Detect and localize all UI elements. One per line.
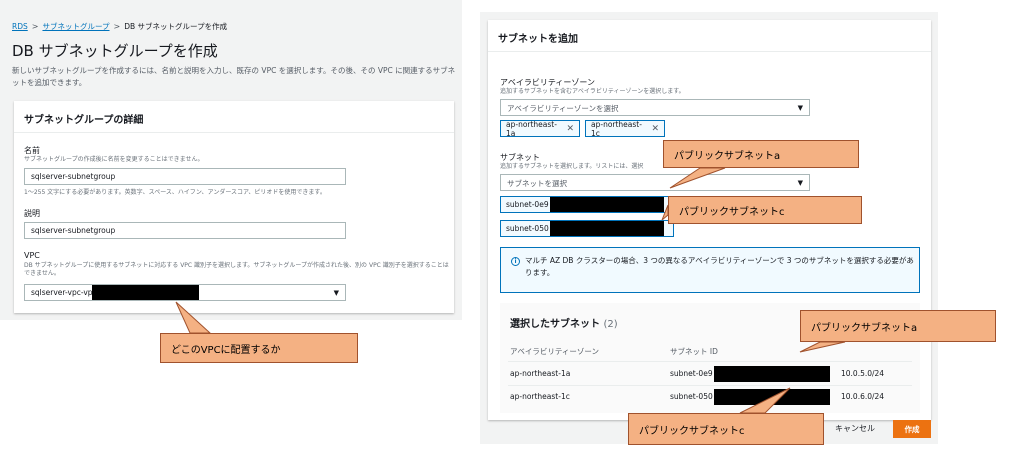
- remove-token-icon[interactable]: ✕: [651, 124, 659, 134]
- row-subnet-id: subnet-0e9: [670, 369, 713, 378]
- col-header-az: アベイラビリティーゾーン: [510, 347, 600, 356]
- subnet-token-label: subnet-0e9: [506, 200, 549, 209]
- details-header: サブネットグループの詳細: [24, 115, 144, 126]
- add-subnets-header: サブネットを追加: [498, 34, 578, 45]
- chevron-down-icon: ▼: [333, 289, 339, 297]
- az-token-label: ap-northeast-1a: [506, 119, 557, 138]
- az-label: アベイラビリティーゾーン: [500, 78, 595, 87]
- page-description: 新しいサブネットグループを作成するには、名前と説明を入力し、既存の VPC を選…: [12, 66, 456, 87]
- redaction-bar: [92, 285, 199, 300]
- redaction-bar: [714, 389, 830, 405]
- row-cidr: 10.0.5.0/24: [841, 369, 885, 378]
- chevron-down-icon: ▼: [797, 179, 803, 187]
- row-divider: [508, 385, 912, 386]
- selected-subnets-title: 選択したサブネット (2): [510, 315, 618, 330]
- az-token-label: ap-northeast-1c: [591, 119, 642, 138]
- breadcrumb-rds-link[interactable]: RDS: [12, 22, 28, 31]
- az-select-placeholder: アベイラビリティーゾーンを選択: [507, 104, 619, 113]
- remove-token-icon[interactable]: ✕: [566, 124, 574, 134]
- name-constraint: 1〜255 文字にする必要があります。英数字、スペース、ハイフン、アンダースコア…: [24, 189, 326, 196]
- selected-count: (2): [603, 319, 618, 330]
- breadcrumb-separator-icon: >: [113, 22, 121, 31]
- az-token: ap-northeast-1a ✕: [500, 119, 580, 138]
- az-select[interactable]: アベイラビリティーゾーンを選択 ▼: [500, 99, 810, 116]
- callout-public-subnet-c-table: パブリックサブネットc: [628, 413, 824, 445]
- callout-public-subnet-c: パブリックサブネットc: [668, 196, 862, 224]
- add-subnets-panel: サブネットを追加 アベイラビリティーゾーン 追加するサブネットを含むアベイラビリ…: [480, 12, 938, 444]
- card-header: サブネットグループの詳細: [14, 101, 454, 133]
- col-header-subnet-id: サブネット ID: [670, 347, 718, 356]
- row-az: ap-northeast-1a: [510, 369, 571, 378]
- description-label: 説明: [24, 209, 40, 218]
- breadcrumb-separator-icon: >: [31, 22, 39, 31]
- selected-title-text: 選択したサブネット: [510, 319, 600, 330]
- row-az: ap-northeast-1c: [510, 392, 570, 401]
- name-hint: サブネットグループの作成後に名前を変更することはできません。: [24, 156, 204, 163]
- card-header: サブネットを追加: [488, 20, 931, 52]
- chevron-down-icon: ▼: [797, 104, 803, 112]
- row-cidr: 10.0.6.0/24: [841, 392, 885, 401]
- az-token: ap-northeast-1c ✕: [585, 119, 665, 138]
- create-button[interactable]: 作成: [893, 420, 931, 438]
- subnet-token-label: subnet-050: [506, 224, 549, 233]
- redaction-bar: [550, 197, 664, 212]
- callout-public-subnet-a: パブリックサブネットa: [663, 140, 859, 168]
- description-input[interactable]: sqlserver-subnetgroup: [24, 222, 346, 239]
- row-divider: [508, 361, 912, 362]
- breadcrumb-subnet-groups-link[interactable]: サブネットグループ: [42, 21, 109, 32]
- subnet-hint: 追加するサブネットを選択します。リストには、選択: [500, 163, 644, 170]
- name-input[interactable]: sqlserver-subnetgroup: [24, 168, 346, 185]
- vpc-label: VPC: [24, 251, 40, 260]
- subnet-label: サブネット: [500, 153, 540, 162]
- az-hint: 追加するサブネットを含むアベイラビリティーゾーンを選択します。: [500, 88, 685, 95]
- callout-vpc: どこのVPCに配置するか: [160, 333, 358, 363]
- redaction-bar: [550, 221, 664, 236]
- redaction-bar: [714, 366, 830, 382]
- subnet-select-placeholder: サブネットを選択: [507, 179, 567, 188]
- vpc-hint: DB サブネットグループに使用するサブネットに対応する VPC 識別子を選択しま…: [24, 262, 449, 277]
- row-subnet-id: subnet-050: [670, 392, 713, 401]
- subnet-group-details-card: サブネットグループの詳細 名前 サブネットグループの作成後に名前を変更することは…: [14, 101, 454, 313]
- multi-az-info-alert: i マルチ AZ DB クラスターの場合、3 つの異なるアベイラビリティーゾーン…: [500, 247, 920, 293]
- page-title: DB サブネットグループを作成: [12, 42, 218, 60]
- subnet-select[interactable]: サブネットを選択 ▼: [500, 174, 810, 191]
- info-icon: i: [511, 257, 520, 266]
- cancel-button[interactable]: キャンセル: [835, 423, 875, 434]
- create-subnet-group-panel: RDS > サブネットグループ > DB サブネットグループを作成 DB サブネ…: [0, 0, 462, 320]
- vpc-select-value: sqlserver-vpc-vpc: [31, 288, 97, 297]
- info-text: マルチ AZ DB クラスターの場合、3 つの異なるアベイラビリティーゾーンで …: [525, 256, 914, 277]
- breadcrumb-current: DB サブネットグループを作成: [124, 22, 228, 31]
- callout-public-subnet-a-table: パブリックサブネットa: [800, 310, 996, 342]
- breadcrumb: RDS > サブネットグループ > DB サブネットグループを作成: [12, 21, 227, 32]
- name-label: 名前: [24, 146, 40, 155]
